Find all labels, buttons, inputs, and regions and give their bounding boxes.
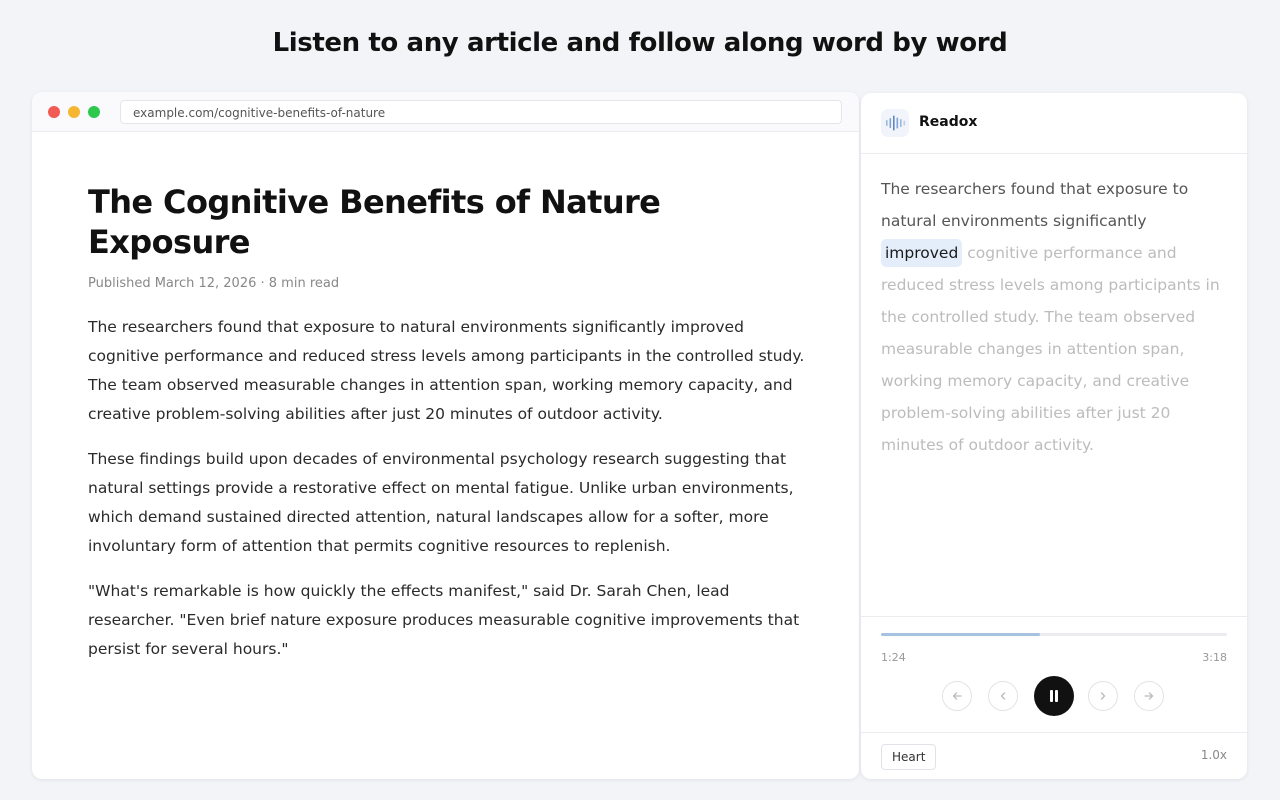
readox-panel: Readox The researchers found that exposu…: [861, 93, 1247, 779]
progress-fill: [881, 633, 1041, 636]
current-word[interactable]: improved: [881, 239, 963, 267]
article-paragraph: These findings build upon decades of env…: [88, 450, 794, 555]
audio-waveform-icon: [881, 109, 909, 137]
total-time: 3:18: [1202, 651, 1227, 664]
article-meta: Published March 12, 2026 · 8 min read: [88, 276, 340, 291]
brand-name: Readox: [919, 114, 978, 130]
skip-forward-icon: [1144, 692, 1154, 700]
next-icon: [1100, 692, 1106, 700]
article-paragraph: "What's remarkable is how quickly the ef…: [88, 582, 800, 658]
voice-selector[interactable]: Heart: [881, 744, 937, 770]
previous-button[interactable]: [988, 681, 1018, 711]
progress-bar[interactable]: [881, 633, 1227, 636]
upcoming-text: cognitive performance and reduced stress…: [881, 244, 1220, 454]
page-headline: Listen to any article and follow along w…: [272, 28, 1008, 58]
close-window-icon[interactable]: [48, 106, 60, 118]
speed-control[interactable]: 1.0x: [1201, 748, 1227, 762]
article-title: The Cognitive Benefits of Nature Exposur…: [88, 183, 661, 261]
next-button[interactable]: [1088, 681, 1118, 711]
reader-transcript: The researchers found that exposure to n…: [881, 173, 1227, 461]
previous-icon: [1000, 692, 1006, 700]
current-time: 1:24: [881, 651, 906, 664]
read-text: The researchers found that exposure to n…: [881, 180, 1189, 230]
maximize-window-icon[interactable]: [88, 106, 100, 118]
article: The Cognitive Benefits of Nature Exposur…: [88, 182, 808, 664]
browser-toolbar: example.com/cognitive-benefits-of-nature: [32, 92, 859, 132]
pause-button[interactable]: [1034, 676, 1074, 716]
article-paragraph: The researchers found that exposure to n…: [88, 318, 805, 423]
browser-window: example.com/cognitive-benefits-of-nature…: [32, 92, 859, 779]
skip-forward-button[interactable]: [1134, 681, 1164, 711]
divider: [861, 616, 1247, 617]
panel-footer: Heart 1.0x: [861, 732, 1247, 779]
address-bar[interactable]: example.com/cognitive-benefits-of-nature: [120, 100, 842, 124]
skip-back-icon: [952, 692, 962, 700]
minimize-window-icon[interactable]: [68, 106, 80, 118]
skip-back-button[interactable]: [942, 681, 972, 711]
panel-header: Readox: [861, 93, 1247, 154]
